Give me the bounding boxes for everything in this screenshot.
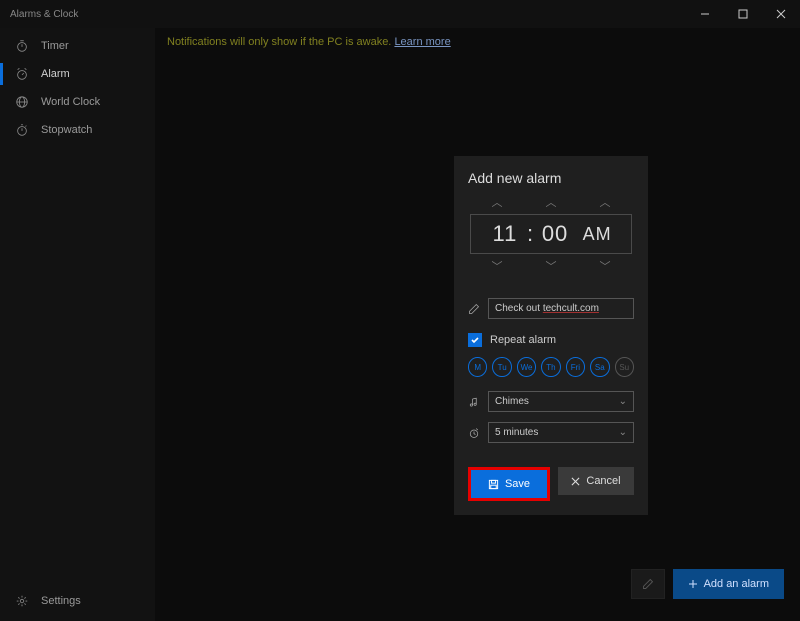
alarm-name-input[interactable]: Check out techcult.com <box>488 298 634 319</box>
add-alarm-button[interactable]: Add an alarm <box>673 569 784 599</box>
day-toggle-m[interactable]: M <box>468 357 487 377</box>
sidebar-item-label: Stopwatch <box>41 124 92 136</box>
sidebar-item-timer[interactable]: Timer <box>0 32 155 60</box>
minute-down-icon[interactable]: ﹀ <box>533 258 569 274</box>
sidebar-item-label: Timer <box>41 40 69 52</box>
titlebar: Alarms & Clock <box>0 0 800 28</box>
day-toggle-tu[interactable]: Tu <box>492 357 511 377</box>
sound-row: Chimes ⌄ <box>468 391 634 412</box>
repeat-label: Repeat alarm <box>490 334 556 346</box>
edit-icon <box>468 303 480 315</box>
day-toggle-sa[interactable]: Sa <box>590 357 609 377</box>
alarm-name-row: Check out techcult.com <box>468 298 634 319</box>
bottom-actions: Add an alarm <box>631 569 784 599</box>
time-up-row: ︿ ︿ ︿ <box>468 194 634 210</box>
content-area: Notifications will only show if the PC i… <box>155 28 800 621</box>
time-down-row: ﹀ ﹀ ﹀ <box>468 258 634 274</box>
add-alarm-dialog: Add new alarm ︿ ︿ ︿ 11 : 00 AM ﹀ ﹀ ﹀ <box>454 156 648 515</box>
minute-up-icon[interactable]: ︿ <box>533 194 569 210</box>
sidebar-item-label: Settings <box>41 595 81 607</box>
notification-text: Notifications will only show if the PC i… <box>167 36 391 48</box>
save-button[interactable]: Save <box>471 470 547 498</box>
add-alarm-label: Add an alarm <box>704 578 769 590</box>
alarm-icon <box>14 67 29 82</box>
dialog-actions: Save Cancel <box>468 467 634 501</box>
sound-icon <box>468 396 480 408</box>
repeat-row: Repeat alarm <box>468 333 634 347</box>
window-title: Alarms & Clock <box>10 9 78 20</box>
sound-select[interactable]: Chimes ⌄ <box>488 391 634 412</box>
edit-button[interactable] <box>631 569 665 599</box>
window-controls <box>686 0 800 28</box>
ampm-up-icon[interactable]: ︿ <box>587 194 623 210</box>
hour-down-icon[interactable]: ﹀ <box>479 258 515 274</box>
repeat-checkbox[interactable] <box>468 333 482 347</box>
save-label: Save <box>505 478 530 490</box>
time-picker[interactable]: 11 : 00 AM <box>470 214 632 254</box>
maximize-button[interactable] <box>724 0 762 28</box>
hour-value[interactable]: 11 <box>485 221 525 247</box>
days-row: MTu WeTh Fri Sa Su <box>468 357 634 377</box>
snooze-icon <box>468 427 480 439</box>
sound-value: Chimes <box>495 396 529 407</box>
sidebar: Timer Alarm World Clock Stopwatch Setti <box>0 28 155 621</box>
learn-more-link[interactable]: Learn more <box>394 36 450 48</box>
day-toggle-th[interactable]: Th <box>541 357 560 377</box>
minimize-button[interactable] <box>686 0 724 28</box>
gear-icon <box>14 594 29 609</box>
day-toggle-we[interactable]: We <box>517 357 536 377</box>
snooze-select[interactable]: 5 minutes ⌄ <box>488 422 634 443</box>
stopwatch-icon <box>14 123 29 138</box>
cancel-label: Cancel <box>586 475 620 487</box>
sidebar-item-alarm[interactable]: Alarm <box>0 60 155 88</box>
sidebar-item-label: World Clock <box>41 96 100 108</box>
minute-value[interactable]: 00 <box>535 221 575 247</box>
time-colon: : <box>527 221 533 247</box>
sidebar-item-worldclock[interactable]: World Clock <box>0 88 155 116</box>
day-toggle-su[interactable]: Su <box>615 357 634 377</box>
main-area: Timer Alarm World Clock Stopwatch Setti <box>0 28 800 621</box>
timer-icon <box>14 39 29 54</box>
close-button[interactable] <box>762 0 800 28</box>
chevron-down-icon: ⌄ <box>619 427 627 438</box>
snooze-row: 5 minutes ⌄ <box>468 422 634 443</box>
ampm-value[interactable]: AM <box>577 224 617 245</box>
snooze-value: 5 minutes <box>495 427 538 438</box>
chevron-down-icon: ⌄ <box>619 396 627 407</box>
world-clock-icon <box>14 95 29 110</box>
sidebar-item-stopwatch[interactable]: Stopwatch <box>0 116 155 144</box>
sidebar-item-settings[interactable]: Settings <box>0 587 155 615</box>
ampm-down-icon[interactable]: ﹀ <box>587 258 623 274</box>
dialog-title: Add new alarm <box>468 170 634 186</box>
day-toggle-fri[interactable]: Fri <box>566 357 585 377</box>
hour-up-icon[interactable]: ︿ <box>479 194 515 210</box>
cancel-button[interactable]: Cancel <box>558 467 634 495</box>
sidebar-item-label: Alarm <box>41 68 70 80</box>
notification-banner: Notifications will only show if the PC i… <box>155 28 800 48</box>
